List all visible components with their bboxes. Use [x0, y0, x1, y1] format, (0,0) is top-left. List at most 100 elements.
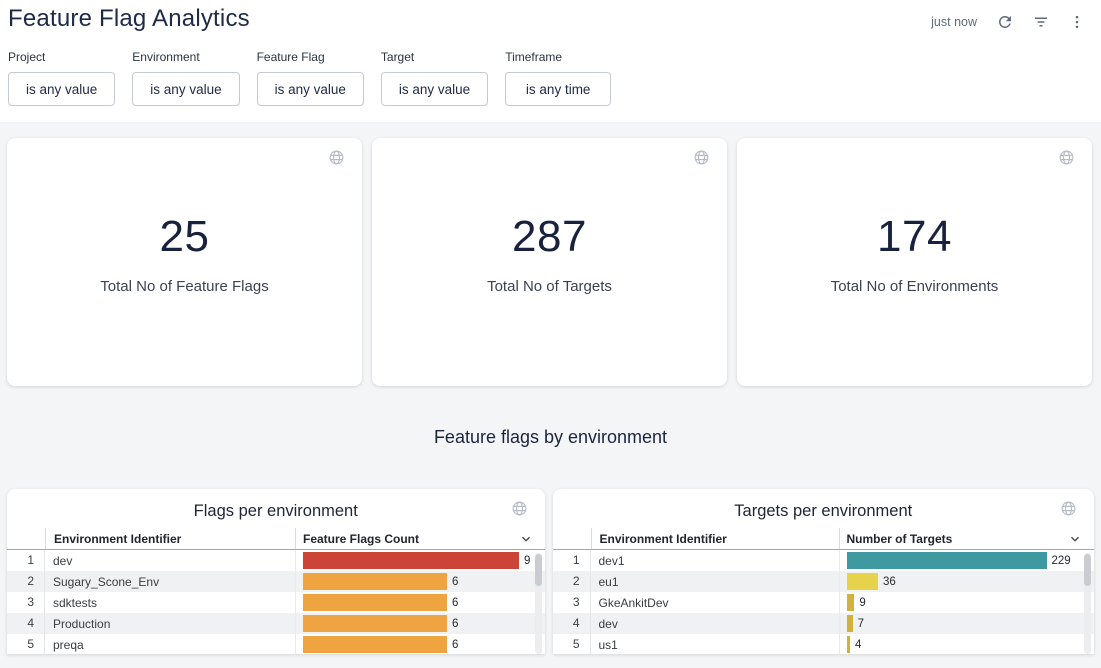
bar [303, 552, 519, 569]
environment-identifier-cell: dev [45, 554, 295, 568]
bar-value-label: 4 [855, 639, 861, 651]
tables-row: Flags per environment Environment Identi… [0, 489, 1101, 654]
environment-identifier-cell: Production [45, 617, 295, 631]
bar-value-label: 36 [883, 576, 896, 588]
value-bar-cell: 6 [295, 571, 545, 592]
environment-identifier-cell: dev1 [591, 554, 839, 568]
page-title: Feature Flag Analytics [8, 4, 250, 33]
environment-identifier-cell: us1 [591, 638, 839, 652]
row-index: 3 [553, 592, 591, 613]
filter-environment-button[interactable]: is any value [132, 72, 239, 106]
value-bar-cell: 9 [295, 550, 545, 571]
bar [303, 615, 447, 632]
value-bar-cell: 9 [839, 592, 1095, 613]
last-updated-text: just now [931, 15, 977, 29]
kebab-menu-icon[interactable] [1063, 9, 1091, 35]
bar [847, 615, 853, 632]
column-header-environment-identifier[interactable]: Environment Identifier [591, 528, 839, 549]
vertical-scrollbar[interactable] [1084, 553, 1091, 654]
flags-per-environment-card: Flags per environment Environment Identi… [7, 489, 545, 654]
table-body: 1 dev1 229 2 eu1 36 3 [553, 550, 1095, 654]
table-header-row: Environment Identifier Number of Targets [553, 528, 1095, 550]
bar-value-label: 6 [452, 597, 458, 609]
kpi-value: 25 [160, 212, 210, 262]
environment-identifier-cell: GkeAnkitDev [591, 596, 839, 610]
row-index: 1 [7, 550, 45, 571]
value-bar-cell: 4 [839, 634, 1095, 654]
kpi-label: Total No of Targets [487, 278, 612, 295]
kpi-label: Total No of Feature Flags [100, 278, 268, 295]
filter-timeframe: Timeframe is any time [505, 50, 611, 106]
targets-per-environment-card: Targets per environment Environment Iden… [553, 489, 1095, 654]
filter-environment: Environment is any value [132, 50, 239, 106]
value-bar-cell: 229 [839, 550, 1095, 571]
row-index: 4 [553, 613, 591, 634]
table-row[interactable]: 5 preqa 6 [7, 634, 545, 654]
row-index-column-header [553, 528, 591, 549]
kpi-value: 287 [512, 212, 587, 262]
table-title: Targets per environment [553, 489, 1095, 521]
bar [303, 636, 447, 653]
dashboard-body: 25 Total No of Feature Flags 287 Total N… [0, 122, 1101, 654]
row-index: 3 [7, 592, 45, 613]
table-row[interactable]: 5 us1 4 [553, 634, 1095, 654]
filter-list-icon[interactable] [1027, 9, 1055, 35]
row-index-column-header [7, 528, 45, 549]
row-index: 2 [553, 571, 591, 592]
chevron-down-icon[interactable] [519, 532, 533, 546]
scrollbar-thumb[interactable] [535, 554, 542, 586]
filter-label: Project [8, 50, 115, 64]
scrollbar-thumb[interactable] [1084, 554, 1091, 586]
filter-timeframe-button[interactable]: is any time [505, 72, 611, 106]
bar-value-label: 7 [858, 618, 864, 630]
vertical-scrollbar[interactable] [535, 553, 542, 654]
bar [303, 594, 447, 611]
table-row[interactable]: 2 Sugary_Scone_Env 6 [7, 571, 545, 592]
table-row[interactable]: 3 GkeAnkitDev 9 [553, 592, 1095, 613]
filter-label: Environment [132, 50, 239, 64]
column-header-environment-identifier[interactable]: Environment Identifier [45, 528, 295, 549]
filter-label: Target [381, 50, 488, 64]
bar [847, 552, 1047, 569]
bar [303, 573, 447, 590]
filter-target-button[interactable]: is any value [381, 72, 488, 106]
filter-feature-flag-button[interactable]: is any value [257, 72, 364, 106]
globe-icon [1058, 149, 1075, 166]
table-row[interactable]: 4 Production 6 [7, 613, 545, 634]
filter-label: Timeframe [505, 50, 611, 64]
column-header-feature-flags-count[interactable]: Feature Flags Count [295, 528, 545, 549]
column-header-number-of-targets[interactable]: Number of Targets [839, 528, 1095, 549]
filter-feature-flag: Feature Flag is any value [257, 50, 364, 106]
value-bar-cell: 6 [295, 592, 545, 613]
refresh-icon[interactable] [991, 9, 1019, 35]
filter-label: Feature Flag [257, 50, 364, 64]
bar-value-label: 6 [452, 618, 458, 630]
row-index: 5 [7, 634, 45, 654]
globe-icon [511, 500, 528, 517]
filter-project-button[interactable]: is any value [8, 72, 115, 106]
kpi-label: Total No of Environments [831, 278, 999, 295]
filter-bar: Project is any value Environment is any … [8, 50, 1091, 106]
kpi-card-environments: 174 Total No of Environments [737, 138, 1092, 386]
filter-project: Project is any value [8, 50, 115, 106]
table-row[interactable]: 1 dev1 229 [553, 550, 1095, 571]
dashboard-header: Feature Flag Analytics just now Project … [0, 0, 1101, 122]
environment-identifier-cell: sdktests [45, 596, 295, 610]
table-row[interactable]: 3 sdktests 6 [7, 592, 545, 613]
table-row[interactable]: 1 dev 9 [7, 550, 545, 571]
row-index: 4 [7, 613, 45, 634]
section-title: Feature flags by environment [0, 427, 1101, 448]
filter-target: Target is any value [381, 50, 488, 106]
bar [847, 594, 855, 611]
globe-icon [328, 149, 345, 166]
bar-value-label: 6 [452, 576, 458, 588]
value-bar-cell: 7 [839, 613, 1095, 634]
kpi-card-targets: 287 Total No of Targets [372, 138, 727, 386]
table-row[interactable]: 4 dev 7 [553, 613, 1095, 634]
globe-icon [693, 149, 710, 166]
kpi-value: 174 [877, 212, 952, 262]
kpi-card-feature-flags: 25 Total No of Feature Flags [7, 138, 362, 386]
bar-value-label: 9 [859, 597, 865, 609]
chevron-down-icon[interactable] [1068, 532, 1082, 546]
table-row[interactable]: 2 eu1 36 [553, 571, 1095, 592]
